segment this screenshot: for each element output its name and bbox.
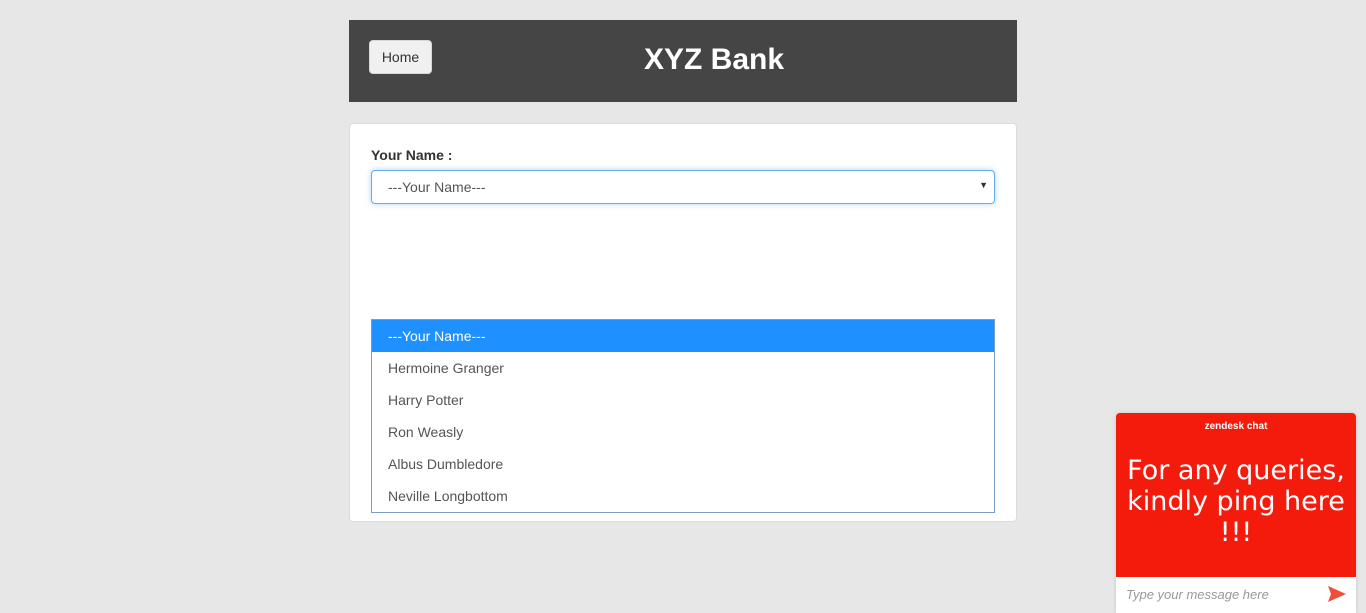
dropdown-option[interactable]: Albus Dumbledore [372,448,994,480]
chat-widget: zendesk chat For any queries, kindly pin… [1116,413,1356,613]
select-current-value: ---Your Name--- [388,179,486,195]
app-title: XYZ Bank [643,43,785,76]
chat-message-input[interactable] [1126,587,1316,602]
name-dropdown-list: ---Your Name--- Hermoine Granger Harry P… [371,319,995,513]
chat-message: For any queries, kindly ping here !!! [1127,455,1345,548]
send-icon[interactable] [1328,586,1346,602]
dropdown-option[interactable]: Ron Weasly [372,416,994,448]
dropdown-option[interactable]: Harry Potter [372,384,994,416]
chat-header[interactable]: zendesk chat For any queries, kindly pin… [1116,413,1356,577]
login-form-card: Your Name : ---Your Name--- ▼ ---Your Na… [349,123,1017,522]
dropdown-option[interactable]: ---Your Name--- [372,320,994,352]
chevron-down-icon: ▼ [979,180,988,190]
your-name-select[interactable]: ---Your Name--- ▼ [371,170,995,204]
dropdown-option[interactable]: Hermoine Granger [372,352,994,384]
app-header: Home XYZ Bank [349,20,1017,102]
chat-brand: zendesk chat [1204,421,1268,432]
dropdown-option[interactable]: Neville Longbottom [372,480,994,512]
your-name-label: Your Name : [371,147,453,163]
